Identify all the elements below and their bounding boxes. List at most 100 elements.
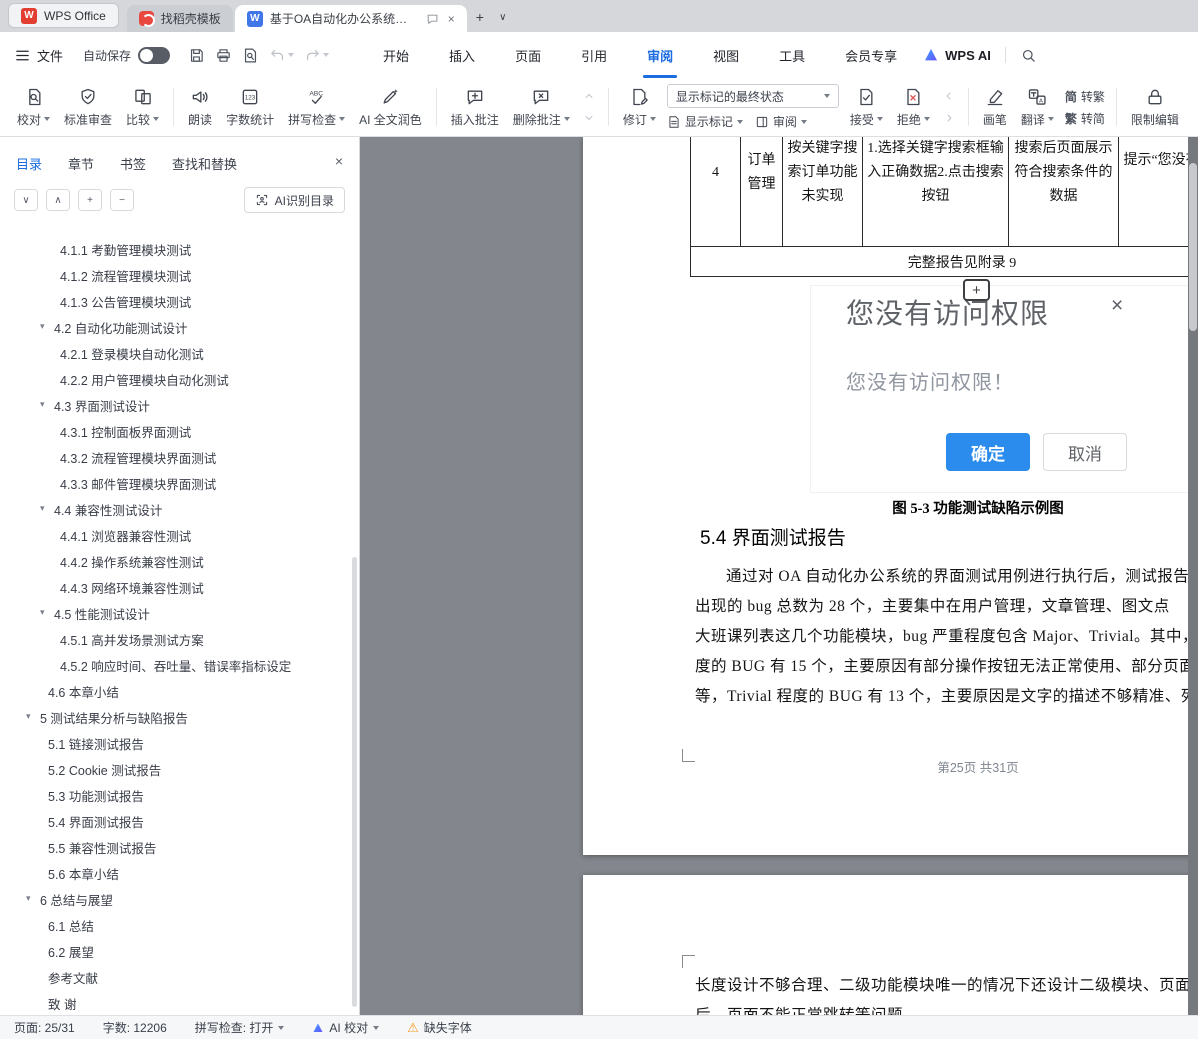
- missing-font-warning[interactable]: ⚠ 缺失字体: [407, 1019, 472, 1036]
- page-indicator[interactable]: 页面: 25/31: [14, 1019, 75, 1036]
- outline-item[interactable]: ▾ 4.4.1 浏览器兼容性测试: [0, 522, 349, 548]
- outline-item[interactable]: ▾ 4.2.2 用户管理模块自动化测试: [0, 366, 349, 392]
- outline-item[interactable]: ▾ 5 测试结果分析与缺陷报告: [0, 704, 349, 730]
- outline-item[interactable]: ▾ 4.5 性能测试设计: [0, 600, 349, 626]
- collapse-triangle-icon[interactable]: ▾: [40, 321, 45, 332]
- sidebar-tab[interactable]: 章节: [68, 154, 94, 173]
- autosave-control[interactable]: 自动保存: [83, 47, 170, 64]
- outline-item[interactable]: ▾ 参考文献: [0, 964, 349, 990]
- word-count-indicator[interactable]: 字数: 12206: [103, 1019, 167, 1036]
- ribbon-tab[interactable]: 开始: [363, 32, 429, 78]
- outline-item[interactable]: ▾ 4.2.1 登录模块自动化测试: [0, 340, 349, 366]
- proofread-button[interactable]: 校对: [10, 81, 57, 133]
- outline-item[interactable]: ▾ 4.3.3 邮件管理模块界面测试: [0, 470, 349, 496]
- translate-button[interactable]: A 翻译: [1014, 81, 1061, 133]
- sidebar-tab[interactable]: 书签: [120, 154, 146, 173]
- save-button[interactable]: [188, 47, 205, 64]
- sidebar-scrollbar-thumb[interactable]: [352, 557, 357, 1007]
- outline-item[interactable]: ▾ 4.3.1 控制面板界面测试: [0, 418, 349, 444]
- document-canvas[interactable]: 4 订单管理 按关键字搜索订单功能未实现 1.选择关键字搜索框输入正确数据2.点…: [360, 137, 1198, 1015]
- track-changes-button[interactable]: 修订: [616, 81, 663, 133]
- expand-all-button[interactable]: ∧: [46, 189, 70, 211]
- decrease-level-button[interactable]: −: [110, 189, 134, 211]
- collapse-triangle-icon[interactable]: ▾: [40, 503, 45, 514]
- tab-list-dropdown-icon[interactable]: ∨: [493, 4, 513, 30]
- ribbon-tab[interactable]: 插入: [429, 32, 495, 78]
- previous-comment-button[interactable]: [580, 89, 598, 104]
- ai-recognize-outline-button[interactable]: AI识别目录: [244, 187, 345, 213]
- ribbon-tab[interactable]: 工具: [759, 32, 825, 78]
- spell-check-status[interactable]: 拼写检查: 打开: [195, 1019, 285, 1036]
- outline-item[interactable]: ▾ 4.6 本章小结: [0, 678, 349, 704]
- outline-item[interactable]: ▾ 5.3 功能测试报告: [0, 782, 349, 808]
- scrollbar-thumb[interactable]: [1189, 163, 1197, 331]
- ribbon-tab[interactable]: 页面: [495, 32, 561, 78]
- collapse-triangle-icon[interactable]: ▾: [40, 399, 45, 410]
- outline-item[interactable]: ▾ 5.2 Cookie 测试报告: [0, 756, 349, 782]
- file-menu-button[interactable]: 文件: [14, 46, 63, 65]
- ribbon-tab[interactable]: 会员专享: [825, 32, 917, 78]
- undo-button[interactable]: [269, 47, 294, 64]
- outline-item[interactable]: ▾ 6 总结与展望: [0, 886, 349, 912]
- outline-item[interactable]: ▾ 4.1.3 公告管理模块测试: [0, 288, 349, 314]
- document-page-25[interactable]: 4 订单管理 按关键字搜索订单功能未实现 1.选择关键字搜索框输入正确数据2.点…: [583, 137, 1198, 855]
- print-preview-button[interactable]: [242, 47, 259, 64]
- outline-item[interactable]: ▾ 4.4.3 网络环境兼容性测试: [0, 574, 349, 600]
- collapse-all-button[interactable]: ∨: [14, 189, 38, 211]
- vertical-scrollbar[interactable]: [1188, 137, 1198, 1015]
- redo-button[interactable]: [304, 47, 329, 64]
- wps-ai-button[interactable]: WPS AI: [923, 47, 991, 63]
- next-comment-button[interactable]: [580, 111, 598, 126]
- read-aloud-button[interactable]: 朗读: [181, 81, 219, 133]
- ribbon-tab[interactable]: 视图: [693, 32, 759, 78]
- wps-office-home-tab[interactable]: W WPS Office: [8, 3, 119, 28]
- redo-dropdown-icon[interactable]: [323, 53, 329, 57]
- increase-level-button[interactable]: +: [78, 189, 102, 211]
- search-button[interactable]: [1020, 47, 1037, 64]
- word-count-button[interactable]: 123 字数统计: [219, 81, 281, 133]
- collapse-triangle-icon[interactable]: ▾: [26, 711, 31, 722]
- outline-item[interactable]: ▾ 5.6 本章小结: [0, 860, 349, 886]
- sidebar-tab[interactable]: 查找和替换: [172, 154, 237, 173]
- autosave-toggle[interactable]: [138, 47, 170, 64]
- figure-screenshot[interactable]: 您没有访问权限 + × 您没有访问权限！ 确定 取消: [810, 285, 1190, 493]
- outline-item[interactable]: ▾ 4.1.2 流程管理模块测试: [0, 262, 349, 288]
- collapse-triangle-icon[interactable]: ▾: [26, 893, 31, 904]
- standard-review-button[interactable]: 标准审查: [57, 81, 119, 133]
- previous-change-button[interactable]: [940, 89, 958, 104]
- new-tab-button[interactable]: +: [467, 4, 493, 30]
- insert-comment-button[interactable]: 插入批注: [444, 81, 506, 133]
- outline-item[interactable]: ▾ 4.2 自动化功能测试设计: [0, 314, 349, 340]
- ribbon-tab[interactable]: 引用: [561, 32, 627, 78]
- outline-item[interactable]: ▾ 5.4 界面测试报告: [0, 808, 349, 834]
- outline-item[interactable]: ▾ 5.5 兼容性测试报告: [0, 834, 349, 860]
- markup-state-select[interactable]: 显示标记的最终状态: [667, 84, 839, 108]
- document-page-26[interactable]: 长度设计不够合理、二级功能模块唯一的情况下还设计二级模块、页面后，页面不能正常跳…: [583, 875, 1198, 1015]
- ink-button[interactable]: 画笔: [976, 81, 1014, 133]
- ai-proofread-status[interactable]: AI 校对: [312, 1019, 379, 1036]
- outline-item[interactable]: ▾ 4.3 界面测试设计: [0, 392, 349, 418]
- compare-button[interactable]: 比较: [119, 81, 166, 133]
- restrict-edit-button[interactable]: 限制编辑: [1124, 81, 1186, 133]
- outline-item[interactable]: ▾ 6.2 展望: [0, 938, 349, 964]
- close-sidebar-icon[interactable]: ×: [335, 153, 343, 169]
- outline-item[interactable]: ▾ 4.3.2 流程管理模块界面测试: [0, 444, 349, 470]
- outline-item[interactable]: ▾ 5.1 链接测试报告: [0, 730, 349, 756]
- next-change-button[interactable]: [940, 111, 958, 126]
- collapse-triangle-icon[interactable]: ▾: [40, 607, 45, 618]
- docer-template-tab[interactable]: 找稻壳模板: [127, 5, 233, 32]
- review-pane-button[interactable]: 审阅: [755, 113, 807, 130]
- undo-dropdown-icon[interactable]: [288, 53, 294, 57]
- close-tab-icon[interactable]: ×: [448, 12, 455, 26]
- ribbon-tab[interactable]: 审阅: [627, 32, 693, 78]
- to-simplified-button[interactable]: 繁 转简: [1065, 110, 1105, 127]
- document-tab[interactable]: W 基于OA自动化办公系统的系... ×: [235, 5, 467, 32]
- spell-check-button[interactable]: ABC 拼写检查: [281, 81, 352, 133]
- outline-item[interactable]: ▾ 致 谢: [0, 990, 349, 1015]
- accept-button[interactable]: 接受: [843, 81, 890, 133]
- outline-item[interactable]: ▾ 4.5.1 高并发场景测试方案: [0, 626, 349, 652]
- show-markup-button[interactable]: 显示标记: [667, 113, 743, 130]
- to-traditional-button[interactable]: 简 转繁: [1065, 88, 1105, 105]
- print-button[interactable]: [215, 47, 232, 64]
- sidebar-tab[interactable]: 目录: [16, 154, 42, 173]
